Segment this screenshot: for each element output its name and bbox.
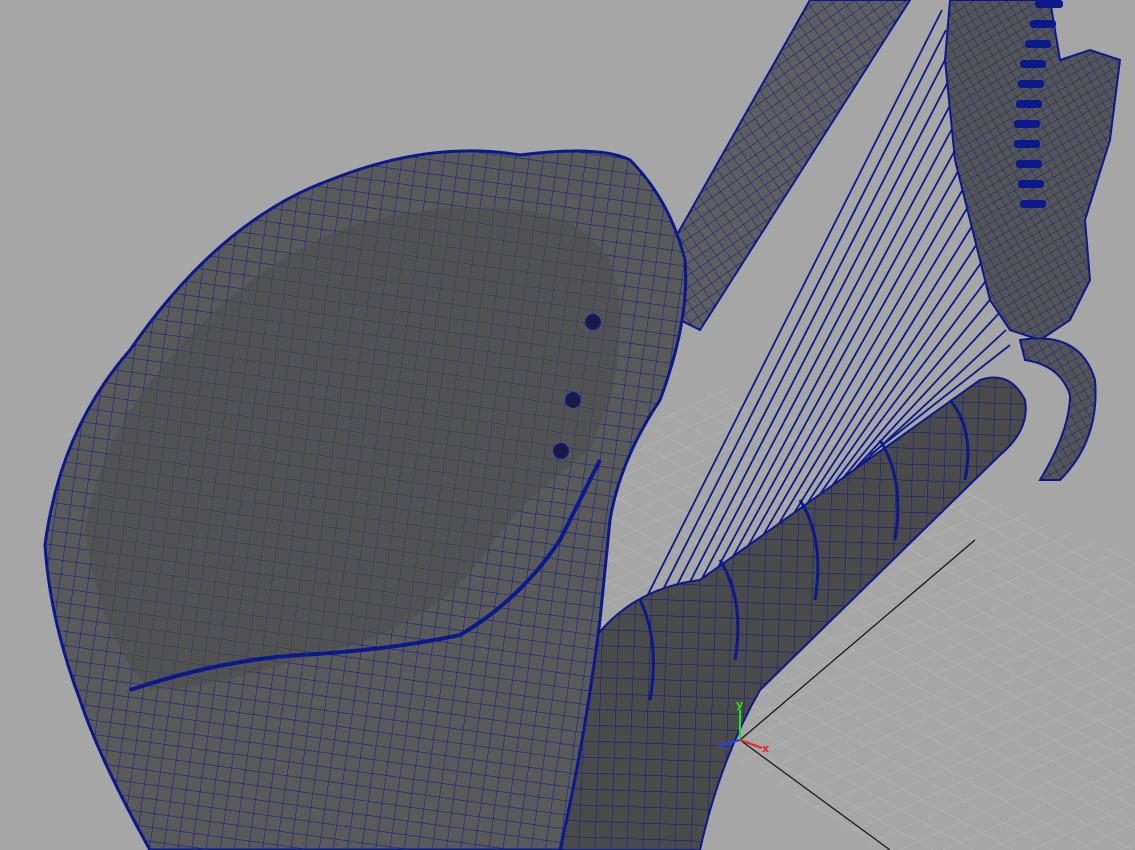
viewport-scene: y x xyxy=(0,0,1135,850)
pin-hole xyxy=(565,392,581,408)
pin-hole xyxy=(585,314,601,330)
y-axis-label: y xyxy=(736,698,743,711)
3d-viewport[interactable]: y x xyxy=(0,0,1135,850)
pin-hole xyxy=(553,443,569,459)
x-axis-label: x xyxy=(762,742,769,755)
